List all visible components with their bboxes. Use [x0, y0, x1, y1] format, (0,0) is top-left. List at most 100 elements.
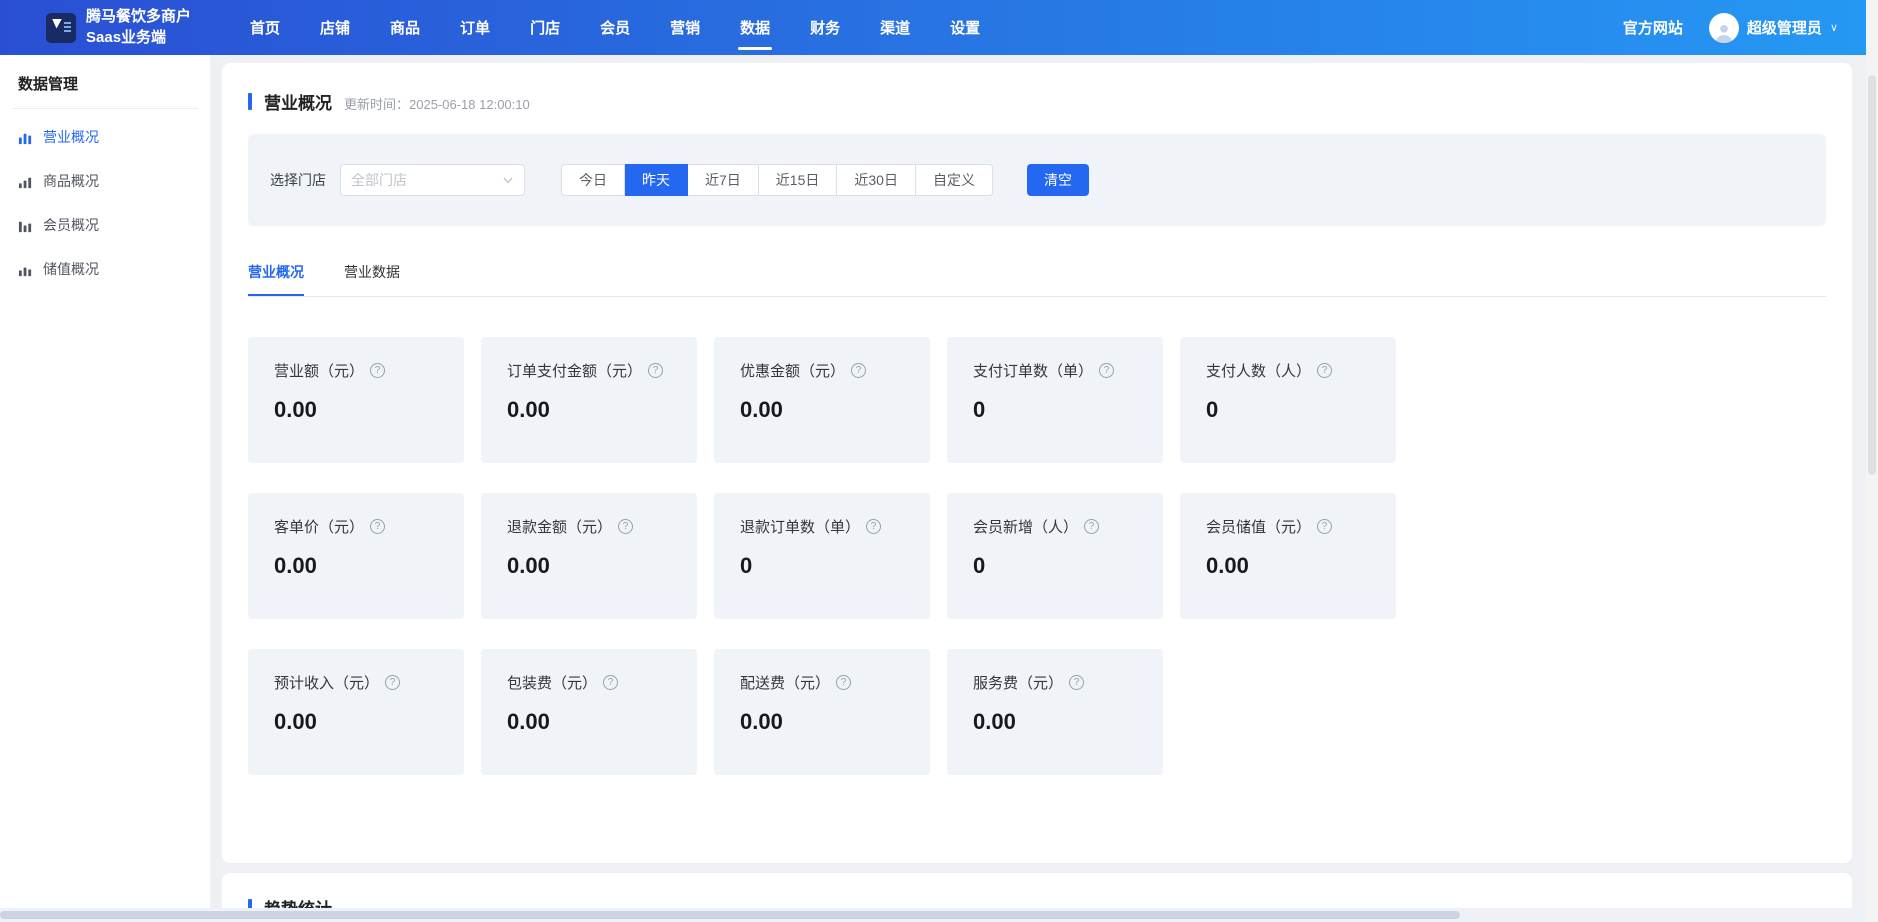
range-button-yesterday[interactable]: 昨天 — [625, 164, 688, 196]
stat-value: 0.00 — [740, 709, 904, 735]
nav-item-shop[interactable]: 店铺 — [300, 0, 370, 55]
app-logo — [46, 13, 76, 43]
stat-value: 0.00 — [274, 553, 438, 579]
store-select-label: 选择门店 — [270, 170, 326, 190]
filter-bar: 选择门店 全部门店 今日 昨天 近7日 近15日 近30日 自定义 清空 — [248, 134, 1826, 226]
brand: 腾马餐饮多商户Saas业务端 — [0, 7, 230, 48]
stat-value: 0.00 — [507, 709, 671, 735]
help-icon[interactable]: ? — [851, 363, 866, 378]
navbar-right: 官方网站 超级管理员 ∨ — [1623, 13, 1866, 43]
help-icon[interactable]: ? — [370, 363, 385, 378]
stat-card-refund-orders: 退款订单数（单）? 0 — [714, 493, 930, 619]
stat-card-service-fee: 服务费（元）? 0.00 — [947, 649, 1163, 775]
stat-value: 0.00 — [274, 709, 438, 735]
nav-item-marketing[interactable]: 营销 — [650, 0, 720, 55]
help-icon[interactable]: ? — [648, 363, 663, 378]
stat-value: 0.00 — [274, 397, 438, 423]
bar-chart-icon — [18, 262, 33, 277]
nav-item-goods[interactable]: 商品 — [370, 0, 440, 55]
stat-card-packaging-fee: 包装费（元）? 0.00 — [481, 649, 697, 775]
nav-item-settings[interactable]: 设置 — [930, 0, 1000, 55]
help-icon[interactable]: ? — [618, 519, 633, 534]
stat-value: 0.00 — [740, 397, 904, 423]
store-select-placeholder: 全部门店 — [351, 170, 407, 190]
help-icon[interactable]: ? — [836, 675, 851, 690]
tab-business-overview[interactable]: 营业概况 — [248, 252, 304, 296]
sidebar: 数据管理 营业概况 商品概况 会员概况 储值概况 — [0, 55, 210, 922]
date-range-group: 今日 昨天 近7日 近15日 近30日 自定义 — [561, 164, 993, 196]
vertical-scrollbar-thumb[interactable] — [1868, 75, 1876, 475]
nav-item-data[interactable]: 数据 — [720, 0, 790, 55]
nav-item-finance[interactable]: 财务 — [790, 0, 860, 55]
overview-tabs: 营业概况 营业数据 — [248, 252, 1826, 297]
nav-item-home[interactable]: 首页 — [230, 0, 300, 55]
user-menu[interactable]: 超级管理员 ∨ — [1709, 13, 1838, 43]
brand-title: 腾马餐饮多商户Saas业务端 — [86, 7, 212, 48]
top-navbar: 腾马餐饮多商户Saas业务端 首页 店铺 商品 订单 门店 会员 营销 数据 财… — [0, 0, 1866, 55]
updated-time: 更新时间：2025-06-18 12:00:10 — [344, 94, 530, 113]
stat-card-member-stored-value: 会员储值（元）? 0.00 — [1180, 493, 1396, 619]
stat-value: 0 — [973, 397, 1137, 423]
nav-item-stores[interactable]: 门店 — [510, 0, 580, 55]
business-overview-panel: 营业概况 更新时间：2025-06-18 12:00:10 选择门店 全部门店 … — [222, 63, 1852, 863]
help-icon[interactable]: ? — [603, 675, 618, 690]
stat-cards: 营业额（元）? 0.00 订单支付金额（元）? 0.00 优惠金额（元）? 0.… — [248, 337, 1396, 775]
help-icon[interactable]: ? — [370, 519, 385, 534]
stat-value: 0.00 — [507, 397, 671, 423]
section-accent-bar — [248, 93, 252, 110]
stat-card-order-paid-amount: 订单支付金额（元）? 0.00 — [481, 337, 697, 463]
horizontal-scrollbar-thumb[interactable] — [0, 911, 1460, 919]
help-icon[interactable]: ? — [385, 675, 400, 690]
horizontal-scrollbar[interactable] — [0, 908, 1866, 922]
range-button-15days[interactable]: 近15日 — [759, 164, 838, 196]
stat-card-new-members: 会员新增（人）? 0 — [947, 493, 1163, 619]
bar-chart-icon — [18, 218, 33, 233]
stat-value: 0 — [1206, 397, 1370, 423]
section-title: 营业概况 — [264, 89, 332, 114]
official-site-link[interactable]: 官方网站 — [1623, 17, 1683, 38]
stat-card-discount-amount: 优惠金额（元）? 0.00 — [714, 337, 930, 463]
help-icon[interactable]: ? — [1317, 363, 1332, 378]
stat-card-refund-amount: 退款金额（元）? 0.00 — [481, 493, 697, 619]
vertical-scrollbar[interactable] — [1866, 0, 1878, 922]
help-icon[interactable]: ? — [1317, 519, 1332, 534]
tab-business-data[interactable]: 营业数据 — [344, 252, 400, 296]
help-icon[interactable]: ? — [1084, 519, 1099, 534]
user-name: 超级管理员 — [1747, 17, 1822, 38]
sidebar-divider — [12, 108, 198, 109]
range-button-7days[interactable]: 近7日 — [688, 164, 759, 196]
avatar — [1709, 13, 1739, 43]
help-icon[interactable]: ? — [1099, 363, 1114, 378]
range-button-30days[interactable]: 近30日 — [837, 164, 916, 196]
stat-card-expected-income: 预计收入（元）? 0.00 — [248, 649, 464, 775]
main-nav: 首页 店铺 商品 订单 门店 会员 营销 数据 财务 渠道 设置 — [230, 0, 1000, 55]
stat-card-revenue: 营业额（元）? 0.00 — [248, 337, 464, 463]
user-icon — [1713, 21, 1735, 43]
range-button-custom[interactable]: 自定义 — [916, 164, 993, 196]
stat-card-paying-users: 支付人数（人）? 0 — [1180, 337, 1396, 463]
sidebar-title: 数据管理 — [0, 73, 210, 108]
stat-value: 0 — [740, 553, 904, 579]
clear-button[interactable]: 清空 — [1027, 164, 1089, 196]
sidebar-item-stored-value-overview[interactable]: 储值概况 — [0, 247, 210, 291]
store-select[interactable]: 全部门店 — [340, 164, 525, 196]
stat-value: 0.00 — [507, 553, 671, 579]
help-icon[interactable]: ? — [1069, 675, 1084, 690]
sidebar-item-member-overview[interactable]: 会员概况 — [0, 203, 210, 247]
bar-chart-icon — [18, 174, 33, 189]
stat-value: 0 — [973, 553, 1137, 579]
stat-value: 0.00 — [1206, 553, 1370, 579]
sidebar-item-goods-overview[interactable]: 商品概况 — [0, 159, 210, 203]
help-icon[interactable]: ? — [866, 519, 881, 534]
nav-item-orders[interactable]: 订单 — [440, 0, 510, 55]
sidebar-item-business-overview[interactable]: 营业概况 — [0, 115, 210, 159]
bar-chart-icon — [18, 130, 33, 145]
nav-item-members[interactable]: 会员 — [580, 0, 650, 55]
chevron-down-icon: ∨ — [1830, 21, 1838, 34]
range-button-today[interactable]: 今日 — [561, 164, 625, 196]
chevron-down-icon — [502, 174, 514, 186]
stat-card-delivery-fee: 配送费（元）? 0.00 — [714, 649, 930, 775]
stat-card-paid-orders: 支付订单数（单）? 0 — [947, 337, 1163, 463]
nav-item-channels[interactable]: 渠道 — [860, 0, 930, 55]
stat-card-avg-order-value: 客单价（元）? 0.00 — [248, 493, 464, 619]
